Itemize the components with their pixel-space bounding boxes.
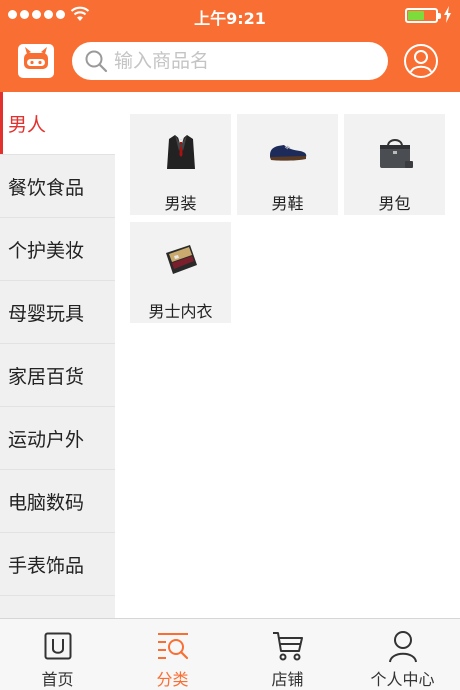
subcategory-label: 男装 bbox=[164, 194, 197, 213]
sidebar-item-label: 手表饰品 bbox=[8, 554, 85, 577]
sidebar-item-label: 电脑数码 bbox=[8, 491, 85, 514]
bag-icon bbox=[379, 139, 413, 168]
tab-label: 店铺 bbox=[271, 670, 304, 689]
sidebar-item-watches[interactable]: 手表饰品 bbox=[0, 533, 115, 596]
home-icon bbox=[44, 632, 71, 660]
subcategory-label: 男鞋 bbox=[271, 194, 304, 213]
tab-label: 首页 bbox=[41, 670, 74, 689]
charging-icon bbox=[444, 6, 451, 23]
sidebar-item-label: 餐饮食品 bbox=[8, 176, 85, 199]
search-bar[interactable] bbox=[72, 42, 388, 80]
category-sidebar: 男人 餐饮食品 个护美妆 母婴玩具 家居百货 运动户外 电脑数码 手表饰品 bbox=[0, 92, 115, 618]
sidebar-item-food[interactable]: 餐饮食品 bbox=[0, 155, 115, 218]
bottom-tab-bar: 首页 分类 店铺 个人中心 bbox=[0, 618, 460, 690]
battery-icon bbox=[405, 8, 441, 23]
tab-store[interactable]: 店铺 bbox=[230, 619, 345, 690]
underwear-icon bbox=[165, 245, 197, 274]
tab-label: 个人中心 bbox=[370, 670, 435, 689]
sidebar-item-label: 母婴玩具 bbox=[8, 302, 85, 325]
subcategory-menswear[interactable]: 男装 bbox=[130, 114, 231, 215]
sidebar-item-label: 个护美妆 bbox=[8, 239, 85, 262]
shoe-icon bbox=[269, 145, 306, 161]
suit-icon bbox=[166, 135, 195, 169]
sidebar-item-label: 男人 bbox=[8, 113, 47, 136]
subcategory-mens-shoes[interactable]: 男鞋 bbox=[237, 114, 338, 215]
app-logo-icon[interactable] bbox=[18, 44, 54, 78]
sidebar-item-home[interactable]: 家居百货 bbox=[0, 344, 115, 407]
tab-profile[interactable]: 个人中心 bbox=[345, 619, 460, 690]
user-profile-icon[interactable] bbox=[403, 43, 439, 79]
search-icon bbox=[85, 50, 108, 73]
sidebar-item-beauty[interactable]: 个护美妆 bbox=[0, 218, 115, 281]
tab-home[interactable]: 首页 bbox=[0, 619, 115, 690]
subcategory-grid: 男装 男鞋 男包 男士内衣 bbox=[115, 92, 460, 618]
person-icon bbox=[388, 631, 417, 663]
category-icon bbox=[157, 633, 188, 660]
subcategory-mens-bags[interactable]: 男包 bbox=[344, 114, 445, 215]
sidebar-item-men[interactable]: 男人 bbox=[0, 92, 115, 155]
subcategory-label: 男包 bbox=[378, 194, 411, 213]
subcategory-mens-underwear[interactable]: 男士内衣 bbox=[130, 222, 231, 323]
tab-category[interactable]: 分类 bbox=[115, 619, 230, 690]
sidebar-item-sports[interactable]: 运动户外 bbox=[0, 407, 115, 470]
sidebar-item-electronics[interactable]: 电脑数码 bbox=[0, 470, 115, 533]
subcategory-label: 男士内衣 bbox=[148, 302, 213, 321]
cart-icon bbox=[272, 632, 303, 661]
search-input[interactable] bbox=[114, 50, 364, 72]
status-bar: 上午9:21 bbox=[0, 0, 460, 30]
sidebar-item-baby-toys[interactable]: 母婴玩具 bbox=[0, 281, 115, 344]
header bbox=[0, 30, 460, 92]
sidebar-item-label: 运动户外 bbox=[8, 428, 85, 451]
status-time: 上午9:21 bbox=[194, 9, 266, 28]
tab-label: 分类 bbox=[156, 670, 189, 689]
sidebar-item-label: 家居百货 bbox=[8, 365, 85, 388]
